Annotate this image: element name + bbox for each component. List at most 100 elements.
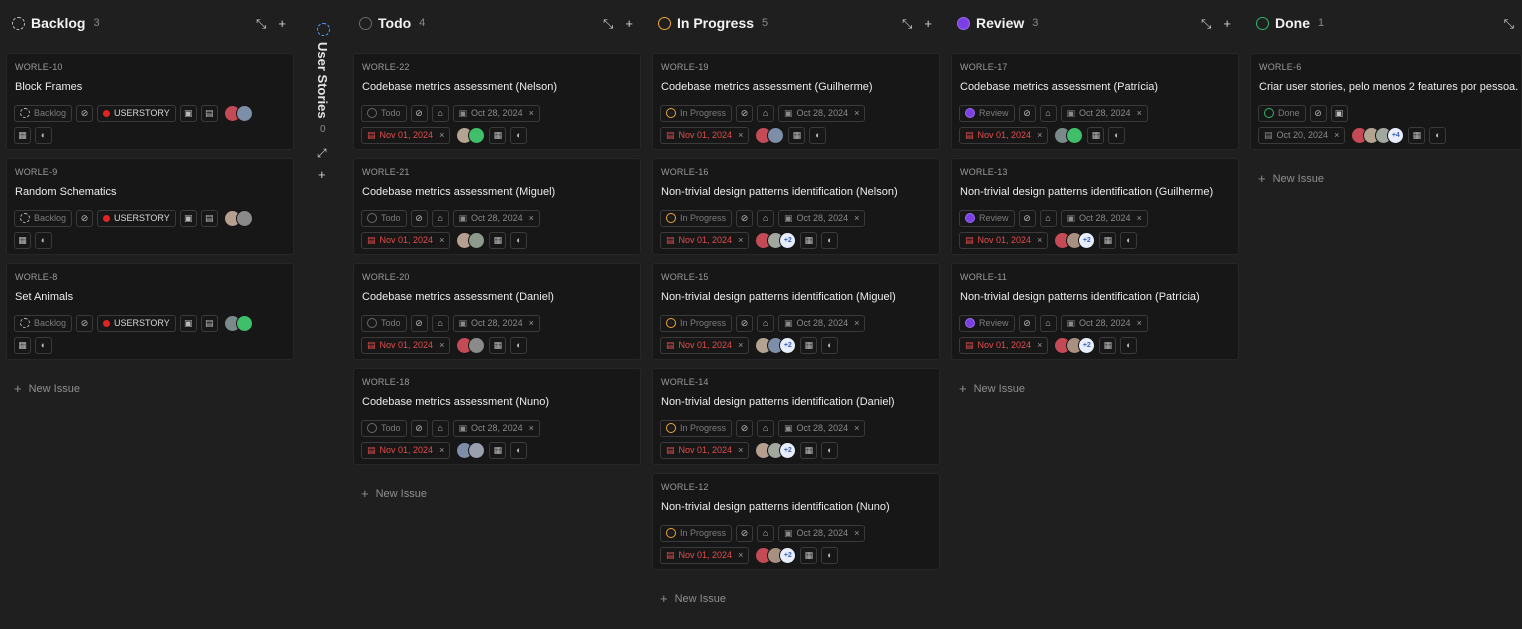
priority-button[interactable]: ⊘ (736, 104, 754, 122)
clear-date-icon[interactable]: × (439, 130, 444, 140)
add-issue-icon[interactable]: + (1223, 17, 1231, 30)
status-dropdown[interactable]: Review (959, 314, 1015, 332)
priority-button[interactable]: ⊘ (1018, 104, 1036, 122)
assignees[interactable]: +2 (755, 441, 797, 459)
estimate-button[interactable]: ▦ (1099, 336, 1117, 354)
new-issue-button[interactable]: + New Issue (14, 381, 80, 396)
issue-title[interactable]: Non-trivial design patterns identificati… (661, 396, 895, 408)
start-date-button[interactable]: ▣ (179, 104, 197, 122)
collapse-icon[interactable]: ⤡ (902, 17, 912, 30)
priority-button[interactable]: ⊘ (76, 104, 94, 122)
due-date-chip[interactable]: ▤ Nov 01, 2024 × (660, 126, 750, 144)
assignees[interactable] (223, 209, 253, 227)
assignees[interactable] (755, 126, 785, 144)
issue-title[interactable]: Codebase metrics assessment (Nelson) (362, 81, 557, 93)
issue-card[interactable]: WORLE-6 Criar user stories, pelo menos 2 … (1250, 53, 1522, 150)
estimate-button[interactable]: ▦ (800, 231, 818, 249)
collapse-icon[interactable]: ⤡ (256, 17, 266, 30)
cycle-button[interactable]: ◐ (510, 126, 528, 144)
add-issue-icon[interactable]: + (278, 17, 286, 30)
issue-title[interactable]: Codebase metrics assessment (Patrícia) (960, 81, 1158, 93)
issue-title[interactable]: Non-trivial design patterns identificati… (960, 291, 1200, 303)
issue-title[interactable]: Block Frames (15, 81, 82, 93)
priority-button[interactable]: ⊘ (1018, 209, 1036, 227)
estimate-button[interactable]: ▦ (800, 546, 818, 564)
labels-button[interactable]: ⌂ (1039, 314, 1057, 332)
priority-button[interactable]: ⊘ (410, 104, 428, 122)
issue-title[interactable]: Non-trivial design patterns identificati… (960, 186, 1213, 198)
estimate-button[interactable]: ▦ (1087, 126, 1105, 144)
status-dropdown[interactable]: Todo (361, 419, 407, 437)
expand-icon[interactable]: ⤢ (317, 146, 327, 161)
priority-button[interactable]: ⊘ (1309, 104, 1327, 122)
due-date-button[interactable]: ▤ (200, 104, 218, 122)
collapse-icon[interactable]: ⤡ (603, 17, 613, 30)
assignees[interactable]: +2 (1054, 231, 1096, 249)
cycle-button[interactable]: ◐ (809, 126, 827, 144)
clear-date-icon[interactable]: × (854, 108, 859, 118)
issue-title[interactable]: Random Schematics (15, 186, 117, 198)
issue-title[interactable]: Codebase metrics assessment (Miguel) (362, 186, 555, 198)
clear-date-icon[interactable]: × (1037, 235, 1042, 245)
issue-title[interactable]: Criar user stories, pelo menos 2 feature… (1259, 81, 1518, 93)
assignees[interactable] (456, 336, 486, 354)
labels-button[interactable]: ⌂ (757, 524, 775, 542)
issue-card[interactable]: WORLE-17 Codebase metrics assessment (Pat… (951, 53, 1239, 150)
cycle-button[interactable]: ◐ (1120, 231, 1138, 249)
issue-card[interactable]: WORLE-20 Codebase metrics assessment (Dan… (353, 263, 641, 360)
assignees[interactable] (1054, 126, 1084, 144)
cycle-button[interactable]: ◐ (510, 231, 528, 249)
clear-date-icon[interactable]: × (854, 318, 859, 328)
labels-button[interactable]: ⌂ (757, 209, 775, 227)
start-date-chip[interactable]: ▣ Oct 28, 2024 × (778, 419, 866, 437)
status-dropdown[interactable]: In Progress (660, 524, 733, 542)
labels-button[interactable]: ⌂ (431, 209, 449, 227)
clear-date-icon[interactable]: × (439, 445, 444, 455)
priority-button[interactable]: ⊘ (410, 419, 428, 437)
clear-date-icon[interactable]: × (1037, 130, 1042, 140)
cycle-button[interactable]: ◐ (1108, 126, 1126, 144)
assignees[interactable]: +2 (755, 231, 797, 249)
clear-date-icon[interactable]: × (738, 340, 743, 350)
due-date-chip[interactable]: ▤ Nov 01, 2024 × (660, 441, 750, 459)
clear-date-icon[interactable]: × (1137, 213, 1142, 223)
issue-card[interactable]: WORLE-18 Codebase metrics assessment (Nun… (353, 368, 641, 465)
cycle-button[interactable]: ◐ (1429, 126, 1447, 144)
start-date-chip[interactable]: ▣ Oct 28, 2024 × (452, 209, 540, 227)
issue-title[interactable]: Non-trivial design patterns identificati… (661, 501, 890, 513)
new-issue-button[interactable]: + New Issue (959, 381, 1025, 396)
due-date-button[interactable]: ▤ (200, 209, 218, 227)
clear-date-icon[interactable]: × (738, 235, 743, 245)
start-date-chip[interactable]: ▣ Oct 28, 2024 × (778, 524, 866, 542)
clear-date-icon[interactable]: × (738, 130, 743, 140)
priority-button[interactable]: ⊘ (410, 314, 428, 332)
labels-button[interactable]: ⌂ (757, 419, 775, 437)
cycle-button[interactable]: ◐ (510, 441, 528, 459)
labels-button[interactable]: ⌂ (431, 419, 449, 437)
cycle-button[interactable]: ◐ (35, 231, 52, 249)
issue-card[interactable]: WORLE-19 Codebase metrics assessment (Gui… (652, 53, 940, 150)
start-date-chip[interactable]: ▣ Oct 28, 2024 × (778, 314, 866, 332)
priority-button[interactable]: ⊘ (736, 314, 754, 332)
start-date-chip[interactable]: ▣ Oct 28, 2024 × (778, 104, 866, 122)
status-dropdown[interactable]: Review (959, 209, 1015, 227)
clear-date-icon[interactable]: × (738, 550, 743, 560)
clear-date-icon[interactable]: × (1037, 340, 1042, 350)
estimate-button[interactable]: ▦ (788, 126, 806, 144)
priority-button[interactable]: ⊘ (76, 209, 94, 227)
due-date-chip[interactable]: ▤ Nov 01, 2024 × (660, 546, 750, 564)
issue-card[interactable]: WORLE-11 Non-trivial design patterns iden… (951, 263, 1239, 360)
due-date-chip[interactable]: ▤ Nov 01, 2024 × (959, 336, 1049, 354)
start-date-chip[interactable]: ▣ Oct 28, 2024 × (452, 104, 540, 122)
collapsed-group-user-stories[interactable]: User Stories 0 ⤢ + (306, 0, 340, 629)
issue-card[interactable]: WORLE-16 Non-trivial design patterns iden… (652, 158, 940, 255)
estimate-button[interactable]: ▦ (14, 231, 31, 249)
assignees[interactable] (223, 314, 253, 332)
labels-button[interactable]: ⌂ (1039, 209, 1057, 227)
issue-card[interactable]: WORLE-10 Block Frames Backlog ⊘ USERSTORY ▣ ▤ ▦… (6, 53, 294, 150)
due-date-chip[interactable]: ▤ Nov 01, 2024 × (361, 441, 451, 459)
priority-button[interactable]: ⊘ (736, 209, 754, 227)
start-date-button[interactable]: ▣ (179, 314, 197, 332)
add-issue-icon[interactable]: + (924, 17, 932, 30)
cycle-button[interactable]: ◐ (821, 546, 839, 564)
